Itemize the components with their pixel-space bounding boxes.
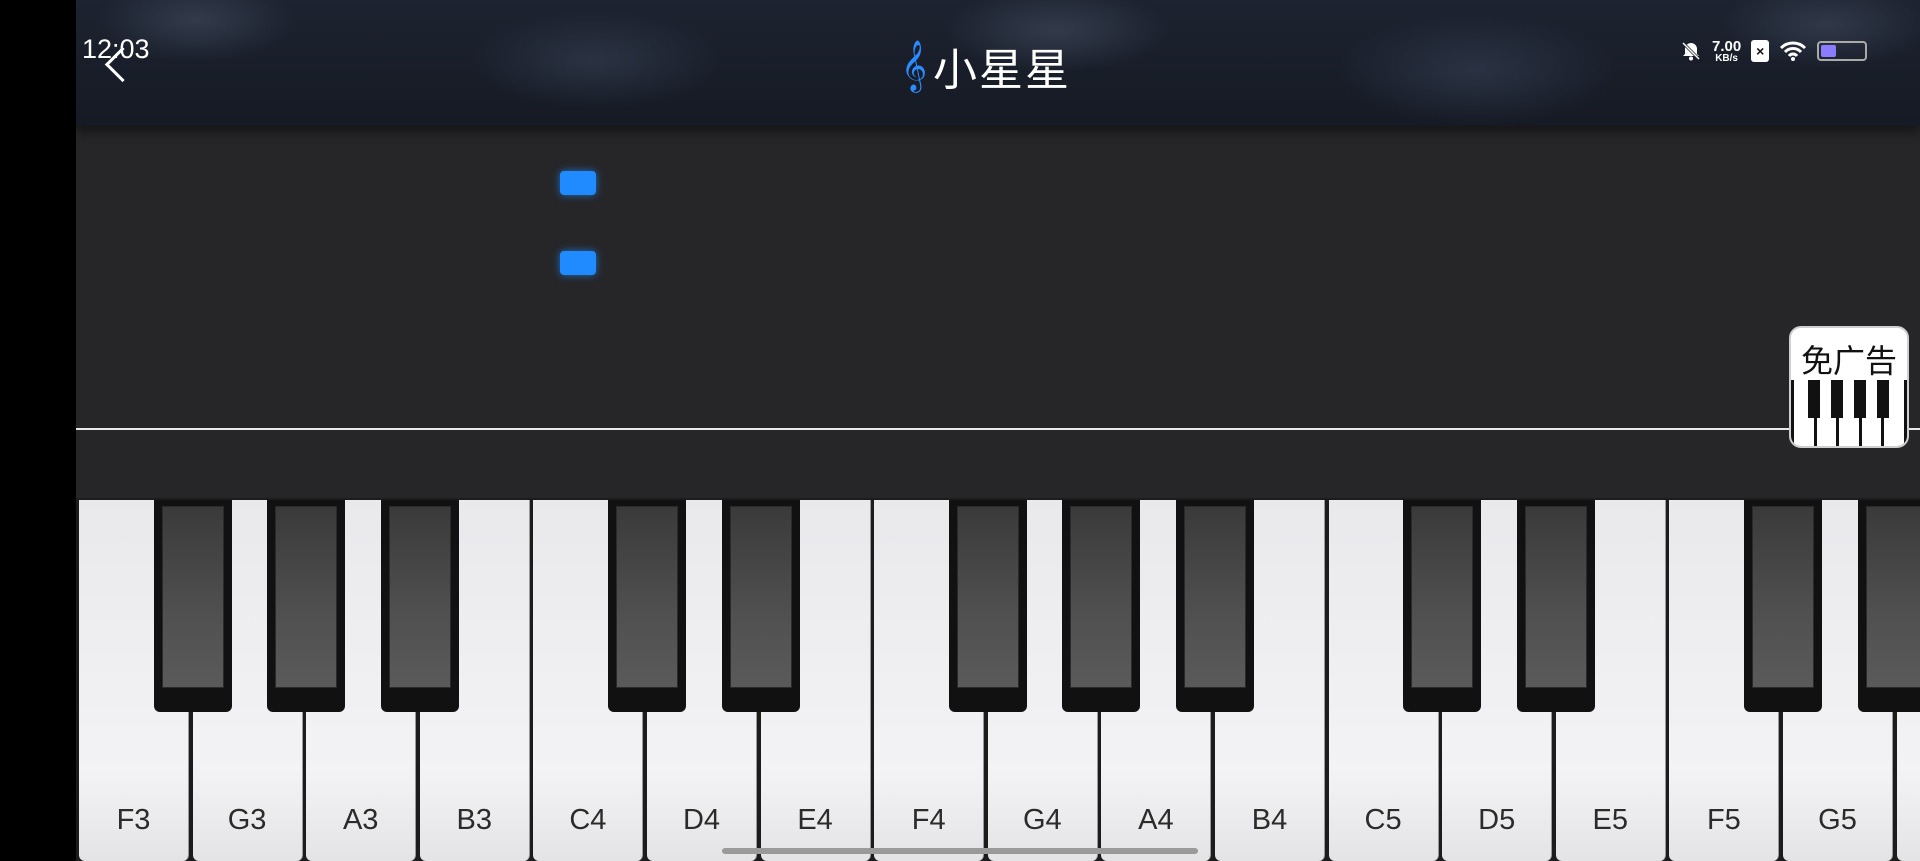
back-button[interactable] [96, 42, 136, 90]
key-label: E4 [797, 804, 833, 836]
falling-note [560, 171, 596, 195]
piano-keys-icon [1791, 380, 1907, 446]
song-title: 小星星 [933, 45, 1072, 96]
remove-ads-button[interactable]: 免广告 [1789, 326, 1909, 448]
black-key-gsharp4[interactable] [1062, 500, 1141, 712]
key-label: F4 [911, 804, 946, 836]
black-key-fsharp4[interactable] [948, 500, 1027, 712]
key-label: F5 [1706, 804, 1741, 836]
black-key-fsharp3[interactable] [153, 500, 232, 712]
sim-x-icon: × [1751, 40, 1770, 62]
falling-note [560, 251, 596, 275]
header: 12:03 𝄞 小星星 7.00 KB/s × [76, 0, 1920, 126]
key-label: C4 [569, 804, 607, 836]
treble-clef-icon: 𝄞 [901, 40, 928, 91]
key-label: B4 [1251, 804, 1288, 836]
status-icons: 7.00 KB/s × [1680, 36, 1868, 66]
key-label: D5 [1478, 804, 1516, 836]
black-key-csharp4[interactable] [608, 500, 686, 712]
key-label: C5 [1364, 804, 1402, 836]
key-label: G4 [1022, 804, 1062, 836]
black-key-asharp4[interactable] [1176, 500, 1254, 712]
black-key-gsharp5[interactable] [1857, 500, 1920, 712]
black-key-dsharp5[interactable] [1516, 500, 1595, 712]
battery-fill [1821, 45, 1837, 57]
home-indicator[interactable] [722, 848, 1198, 854]
mute-bell-icon [1680, 40, 1702, 62]
net-speed-unit: KB/s [1715, 52, 1738, 64]
key-label: A3 [342, 804, 379, 836]
piano-keyboard: F3 G3 A3 B3 C4 D4 E4 F4 G4 A4 B4 C5 D5 E5 F5 G5 [76, 498, 1920, 861]
black-key-asharp3[interactable] [380, 500, 459, 712]
key-label: E5 [1592, 804, 1629, 836]
network-speed: 7.00 KB/s [1712, 39, 1741, 64]
black-key-gsharp3[interactable] [267, 500, 346, 712]
key-label: G5 [1818, 804, 1857, 836]
black-key-csharp5[interactable] [1403, 500, 1482, 712]
key-label: G3 [227, 804, 267, 836]
remove-ads-label: 免广告 [1800, 342, 1897, 380]
falling-notes-area [76, 126, 1920, 498]
key-label: A4 [1138, 804, 1174, 836]
battery-icon [1817, 41, 1868, 61]
hit-line [76, 428, 1920, 430]
piano-app: 12:03 𝄞 小星星 7.00 KB/s × 免广告 F3 G3 A3 B3 … [76, 0, 1920, 861]
black-key-dsharp4[interactable] [721, 500, 800, 712]
wifi-icon [1779, 40, 1807, 62]
key-label: F3 [116, 804, 151, 836]
song-title-area: 𝄞 小星星 [901, 36, 1072, 97]
key-label: B3 [456, 804, 493, 836]
black-key-fsharp5[interactable] [1744, 500, 1822, 712]
key-label: D4 [682, 804, 721, 836]
net-speed-value: 7.00 [1712, 37, 1742, 55]
